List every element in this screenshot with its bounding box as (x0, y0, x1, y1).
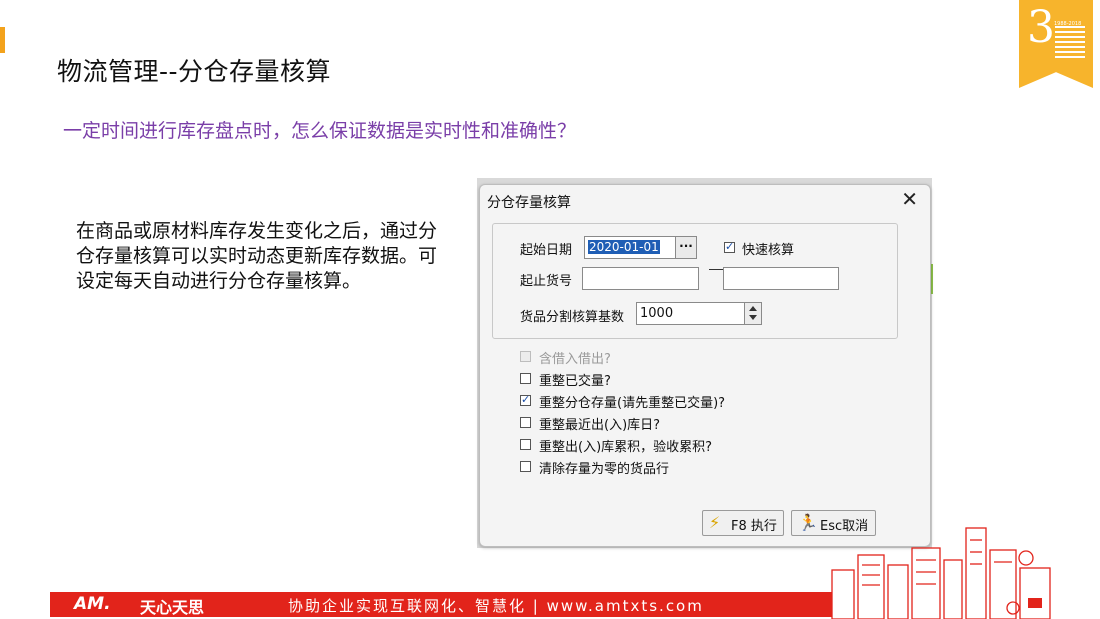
slide-title: 物流管理--分仓存量核算 (57, 57, 332, 86)
parameters-group: 起始日期 2020-01-01 ··· 快速核算 起止货号 货品分割核算基数 1… (492, 223, 898, 339)
company-brand: 天心天思 (140, 598, 205, 617)
option-checkbox[interactable] (520, 393, 531, 406)
title-accent-bar (0, 27, 5, 53)
date-picker-button[interactable]: ··· (675, 237, 696, 258)
badge-numeral: 3 (1027, 2, 1055, 53)
split-base-stepper[interactable]: 1000 (636, 302, 762, 325)
footer-slogan: 协助企业实现互联网化、智慧化 | www.amtxts.com (288, 597, 704, 615)
option-checkbox[interactable] (520, 351, 531, 362)
footer-banner: AM. 天心天思 协助企业实现互联网化、智慧化 | www.amtxts.com (50, 592, 832, 617)
quick-calc-label: 快速核算 (742, 243, 795, 258)
slide-subtitle: 一定时间进行库存盘点时，怎么保证数据是实时性和准确性？ (63, 120, 577, 142)
option-checkbox[interactable] (520, 461, 531, 472)
option-checkbox[interactable] (520, 417, 531, 428)
start-date-label: 起始日期 (520, 243, 573, 258)
inventory-calc-dialog: 分仓存量核算 ✕ 起始日期 2020-01-01 ··· 快速核算 起止货号 货… (479, 184, 931, 547)
dialog-title: 分仓存量核算 (487, 195, 571, 211)
badge-stripes (1055, 26, 1085, 61)
option-label: 清除存量为零的货品行 (539, 462, 670, 477)
slide-body-text: 在商品或原材料库存发生变化之后，通过分仓存量核算可以实时动态更新库存数据。可设定… (76, 220, 438, 292)
dialog-screenshot: 分仓存量核算 ✕ 起始日期 2020-01-01 ··· 快速核算 起止货号 货… (477, 178, 933, 548)
city-skyline-illustration (831, 527, 1051, 619)
option-label: 重整已交量? (539, 374, 611, 389)
start-date-field[interactable]: 2020-01-01 ··· (584, 236, 697, 259)
close-icon[interactable]: ✕ (901, 187, 918, 211)
execute-button-label: F8 执行 (731, 519, 777, 534)
option-label: 含借入借出? (539, 352, 611, 367)
execute-button[interactable]: ⚡ F8 执行 (702, 510, 784, 536)
option-checkbox[interactable] (520, 439, 531, 450)
split-base-value: 1000 (640, 306, 674, 321)
option-checkbox[interactable] (520, 373, 531, 384)
option-label: 重整出(入)库累积，验收累积? (539, 440, 713, 455)
company-logo: AM. (74, 594, 111, 614)
item-range-label: 起止货号 (520, 274, 573, 289)
start-date-value: 2020-01-01 (588, 240, 660, 254)
running-man-icon: 🏃 (798, 513, 818, 532)
quick-calc-checkbox[interactable] (724, 240, 735, 253)
anniversary-badge: 3 1988-2018 (1019, 0, 1093, 88)
lightning-icon: ⚡ (709, 513, 721, 532)
stepper-arrows[interactable] (744, 303, 761, 324)
split-base-label: 货品分割核算基数 (520, 310, 625, 325)
item-from-input[interactable] (582, 267, 699, 290)
option-label: 重整最近出(入)库日? (539, 418, 661, 433)
option-label: 重整分仓存量(请先重整已交量)? (539, 396, 726, 411)
item-to-input[interactable] (723, 267, 839, 290)
